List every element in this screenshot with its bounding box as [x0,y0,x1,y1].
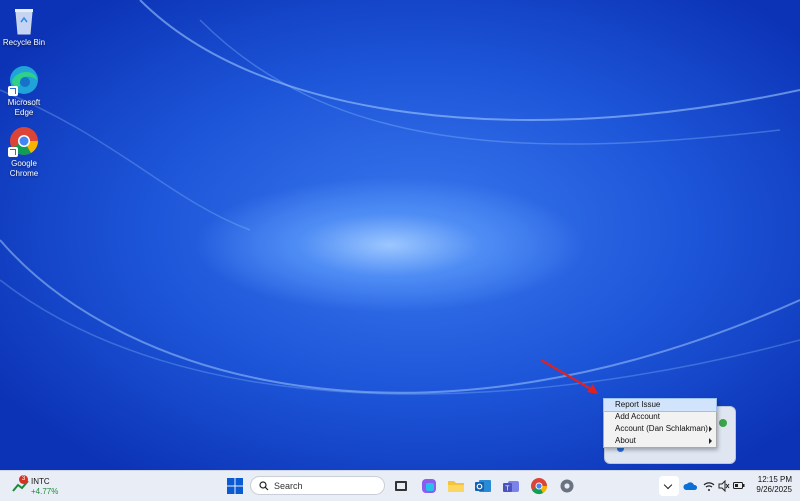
svg-text:T: T [505,486,510,493]
task-view-button[interactable] [392,477,410,495]
taskbar-clock[interactable]: 12:15 PM 9/26/2025 [756,475,792,495]
stock-ticker: INTC [31,477,50,486]
menu-item-about[interactable]: About [604,435,716,447]
clock-time: 12:15 PM [757,475,792,484]
chrome-icon [531,478,548,495]
menu-item-account[interactable]: Account (Dan Schlakman) [604,423,716,435]
folder-icon [448,481,464,492]
desktop-icon-label: Recycle Bin [2,38,46,47]
chrome-taskbar-button[interactable] [530,477,548,495]
file-explorer-button[interactable] [447,477,465,495]
stock-change: +4.77% [31,487,59,496]
volume-muted-icon[interactable] [718,480,730,492]
clock-date: 9/26/2025 [756,485,792,494]
windows-logo-icon [227,478,243,494]
menu-item-report-issue[interactable]: Report Issue [603,398,717,412]
show-hidden-icons-button[interactable] [659,476,679,496]
menu-item-label: Add Account [615,412,660,421]
chevron-down-icon [663,480,673,490]
shield-check-icon[interactable] [719,419,727,427]
shortcut-arrow-icon [8,147,18,157]
teams-icon: T [503,481,519,493]
submenu-arrow-icon [709,426,712,432]
taskbar-search[interactable]: Search [250,476,385,495]
recycle-bin-icon [8,4,40,36]
desktop-icon-chrome[interactable]: Google Chrome [0,125,48,179]
onedrive-icon[interactable] [683,482,697,491]
wifi-icon[interactable] [703,480,715,492]
taskbar: 3 INTC +4.77% Search T 12:15 PM 9/26/202… [0,470,800,501]
menu-item-label: About [615,436,636,445]
menu-item-label: Account (Dan Schlakman) [615,424,708,433]
chrome-icon [8,125,40,157]
outlook-icon [475,480,491,492]
edge-icon [8,64,40,96]
outlook-button[interactable] [474,477,492,495]
start-button[interactable] [226,477,244,495]
desktop[interactable]: Recycle Bin Microsoft Edge Google Chrome… [0,0,800,470]
desktop-icon-label: Google Chrome [9,159,39,178]
search-placeholder: Search [274,481,303,491]
battery-icon[interactable] [733,481,745,491]
copilot-icon [422,479,436,493]
menu-item-label: Report Issue [615,400,661,409]
context-menu: Report Issue Add Account Account (Dan Sc… [603,398,717,448]
search-icon [259,481,269,491]
shortcut-arrow-icon [8,86,18,96]
submenu-arrow-icon [709,438,712,444]
gear-icon [560,479,574,493]
copilot-button[interactable] [420,477,438,495]
menu-item-add-account[interactable]: Add Account [604,411,716,423]
teams-button[interactable]: T [502,477,520,495]
settings-button[interactable] [558,477,576,495]
red-arrow-annotation [540,359,598,394]
task-view-icon [395,481,407,491]
desktop-icon-recycle-bin[interactable]: Recycle Bin [0,4,48,48]
desktop-icon-label: Microsoft Edge [7,98,41,117]
notification-badge: 3 [19,475,28,484]
desktop-icon-edge[interactable]: Microsoft Edge [0,64,48,118]
